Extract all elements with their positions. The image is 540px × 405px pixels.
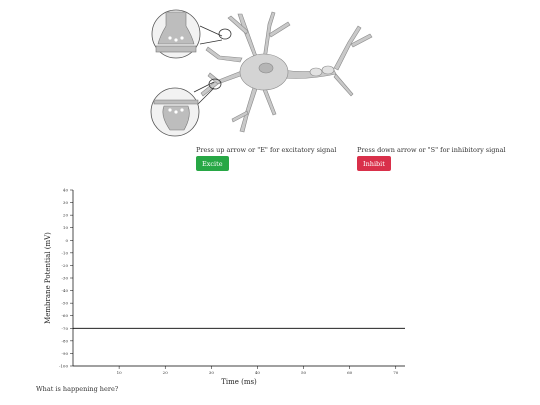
x-tick-label: 70 — [393, 370, 399, 375]
question-text: What is happening here? — [36, 385, 119, 393]
neuron-illustration — [150, 9, 373, 137]
x-axis-label: Time (ms) — [221, 378, 257, 386]
y-axis-label: Membrane Potential (mV) — [44, 232, 52, 324]
inhibit-hint: Press down arrow or "S" for inhibitory s… — [357, 146, 506, 154]
x-tick-label: 20 — [163, 370, 169, 375]
excite-button[interactable]: Excite — [196, 156, 229, 171]
inhibit-button[interactable]: Inhibit — [357, 156, 391, 171]
x-tick-label: 30 — [209, 370, 215, 375]
y-tick-label: -50 — [62, 301, 69, 306]
y-tick-label: -10 — [62, 250, 69, 255]
x-tick-label: 40 — [255, 370, 261, 375]
y-tick-label: -80 — [62, 338, 69, 343]
y-tick-label: -40 — [62, 288, 69, 293]
membrane-potential-chart: Membrane Potential (mV) Time (ms) 40 30 20… — [44, 188, 405, 386]
y-tick-label: 40 — [63, 188, 69, 193]
y-tick-label: -90 — [62, 351, 69, 356]
y-tick-label: -100 — [59, 364, 68, 369]
y-tick-label: -30 — [62, 276, 69, 281]
x-tick-label: 10 — [117, 370, 123, 375]
y-tick-label: 20 — [63, 213, 69, 218]
excite-hint: Press up arrow or "E" for excitatory sig… — [196, 146, 337, 154]
x-tick-label: 60 — [347, 370, 353, 375]
y-tick-label: 10 — [63, 225, 69, 230]
y-tick-label: 0 — [65, 238, 68, 243]
y-tick-label: 30 — [63, 200, 69, 205]
y-tick-label: -70 — [62, 326, 69, 331]
y-tick-label: -60 — [62, 313, 69, 318]
x-tick-label: 50 — [301, 370, 307, 375]
y-tick-label: -20 — [62, 263, 69, 268]
